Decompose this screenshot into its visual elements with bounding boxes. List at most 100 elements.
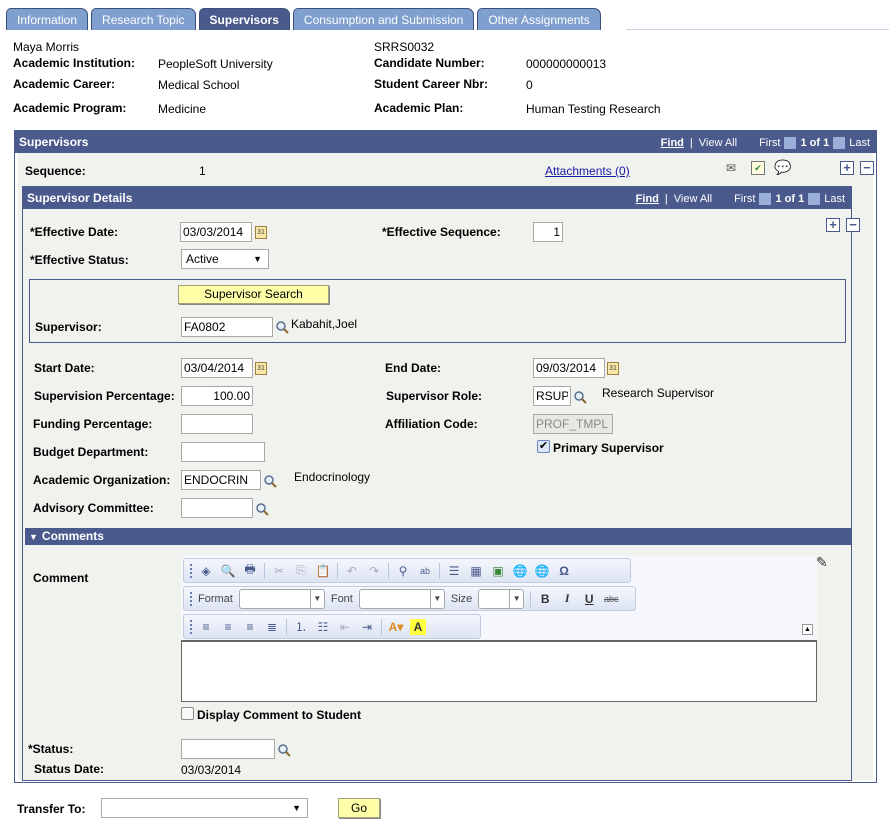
copy-icon[interactable]: ⎘ [293,563,309,579]
effective-status-value: Active [186,252,219,266]
view-all-link[interactable]: View All [699,137,737,149]
attachments-link[interactable]: Attachments (0) [545,164,630,178]
replace-icon[interactable]: ab [417,563,433,579]
details-next-arrow-icon[interactable] [808,193,821,205]
supervisor-search-button[interactable]: Supervisor Search [178,285,329,304]
justify-icon[interactable]: ≣ [264,619,280,635]
start-date-calendar-icon[interactable]: 31 [255,362,267,375]
size-dropdown-icon: ▼ [509,589,523,608]
start-date-input[interactable] [181,358,253,378]
find-icon[interactable]: ⚲ [395,563,411,579]
details-add-row-button[interactable]: + [826,218,840,232]
supervisor-id-input[interactable] [181,317,273,337]
details-last-link[interactable]: Last [824,193,845,205]
effective-sequence-input[interactable] [533,222,563,242]
image-icon[interactable]: ▣ [490,563,506,579]
outdent-icon[interactable]: ⇤ [337,619,353,635]
notify-icon[interactable]: ✉ [726,161,742,175]
tab-other-assignments[interactable]: Other Assignments [477,8,601,30]
funding-percentage-input[interactable] [181,414,253,434]
align-right-icon[interactable]: ≡ [242,619,258,635]
bulleted-list-icon[interactable]: ☷ [315,619,331,635]
source-icon[interactable]: ◈ [198,563,214,579]
align-left-icon[interactable]: ≡ [198,619,214,635]
primary-supervisor-checkbox[interactable]: ✔ [537,440,550,453]
end-date-input[interactable] [533,358,605,378]
effective-date-input[interactable] [180,222,252,242]
supervisor-role-input[interactable] [533,386,571,406]
comments-header[interactable]: ▼ Comments [25,528,852,545]
horizontal-rule-icon[interactable]: ☰ [446,563,462,579]
status-input[interactable] [181,739,275,759]
indent-icon[interactable]: ⇥ [359,619,375,635]
spell-check-icon[interactable]: ✎ [816,554,828,571]
numbered-list-icon[interactable]: ⒈ [293,619,309,635]
link-icon[interactable]: 🌐 [512,563,528,579]
preview-icon[interactable]: 🔍 [220,563,236,579]
status-search-icon[interactable] [277,743,291,757]
effective-status-select[interactable]: Active ▼ [181,249,269,269]
redo-icon[interactable]: ↷ [366,563,382,579]
underline-icon[interactable]: U [581,591,597,607]
supervisor-role-description: Research Supervisor [602,386,715,400]
status-label: *Status: [28,742,74,756]
comment-textarea[interactable] [181,640,817,702]
comment-bubble-icon[interactable]: 💬 [774,159,791,176]
end-date-calendar-icon[interactable]: 31 [607,362,619,375]
tab-information[interactable]: Information [6,8,89,30]
delete-row-button[interactable]: − [860,161,874,175]
candidate-number-value: 000000000013 [526,57,607,71]
details-find-link[interactable]: Find [636,193,659,205]
previous-arrow-icon[interactable] [784,137,797,149]
strikethrough-icon[interactable]: abc [603,591,619,607]
table-icon[interactable]: ▦ [468,563,484,579]
academic-organization-search-icon[interactable] [263,474,277,488]
details-nav: Find | View All First 1 of 1 Last [635,193,845,205]
tab-research-topic[interactable]: Research Topic [91,8,196,30]
advisory-committee-search-icon[interactable] [255,502,269,516]
budget-department-input[interactable] [181,442,265,462]
format-label: Format [198,592,233,605]
calendar-icon[interactable]: 31 [255,226,267,239]
supervisor-lookup-search-icon[interactable] [275,320,289,334]
align-center-icon[interactable]: ≡ [220,619,236,635]
advisory-committee-input[interactable] [181,498,253,518]
sequence-value: 1 [199,164,206,178]
collapse-toolbar-icon[interactable]: ▲ [802,624,813,635]
unlink-icon[interactable]: 🌐 [534,563,550,579]
transfer-to-select[interactable]: ▼ [101,798,308,818]
details-previous-arrow-icon[interactable] [759,193,772,205]
academic-organization-input[interactable] [181,470,261,490]
last-link[interactable]: Last [849,137,870,149]
paste-icon[interactable]: 📋 [315,563,331,579]
special-char-icon[interactable]: Ω [556,563,572,579]
italic-icon[interactable]: I [559,591,575,607]
bold-icon[interactable]: B [537,591,553,607]
chevron-down-icon: ▼ [253,254,262,264]
size-combo[interactable]: ▼ [478,588,525,609]
text-color-icon[interactable]: A▾ [388,619,404,635]
supervision-percentage-input[interactable] [181,386,253,406]
font-combo[interactable]: ▼ [358,588,445,609]
display-to-student-checkbox[interactable] [181,707,194,720]
go-button[interactable]: Go [338,798,380,818]
cut-icon[interactable]: ✂ [271,563,287,579]
supervisor-role-search-icon[interactable] [573,390,587,404]
format-combo[interactable]: ▼ [238,588,325,609]
academic-institution-value: PeopleSoft University [158,57,273,71]
next-arrow-icon[interactable] [833,137,846,149]
undo-icon[interactable]: ↶ [344,563,360,579]
editor-toolbar-2: Format ▼ Font ▼ Size ▼ B I U abc [183,586,636,611]
details-delete-row-button[interactable]: − [846,218,860,232]
details-first-link[interactable]: First [734,193,755,205]
add-row-button[interactable]: + [840,161,854,175]
find-link[interactable]: Find [661,137,684,149]
tab-consumption-submission[interactable]: Consumption and Submission [292,8,475,30]
print-icon[interactable]: 🖶 [242,562,258,579]
details-view-all-link[interactable]: View All [674,193,712,205]
effective-sequence-label: *Effective Sequence: [382,225,501,239]
background-color-icon[interactable]: A [410,618,426,635]
first-link[interactable]: First [759,137,780,149]
checklist-icon[interactable]: ✔ [751,161,765,175]
tab-supervisors[interactable]: Supervisors [198,8,290,30]
